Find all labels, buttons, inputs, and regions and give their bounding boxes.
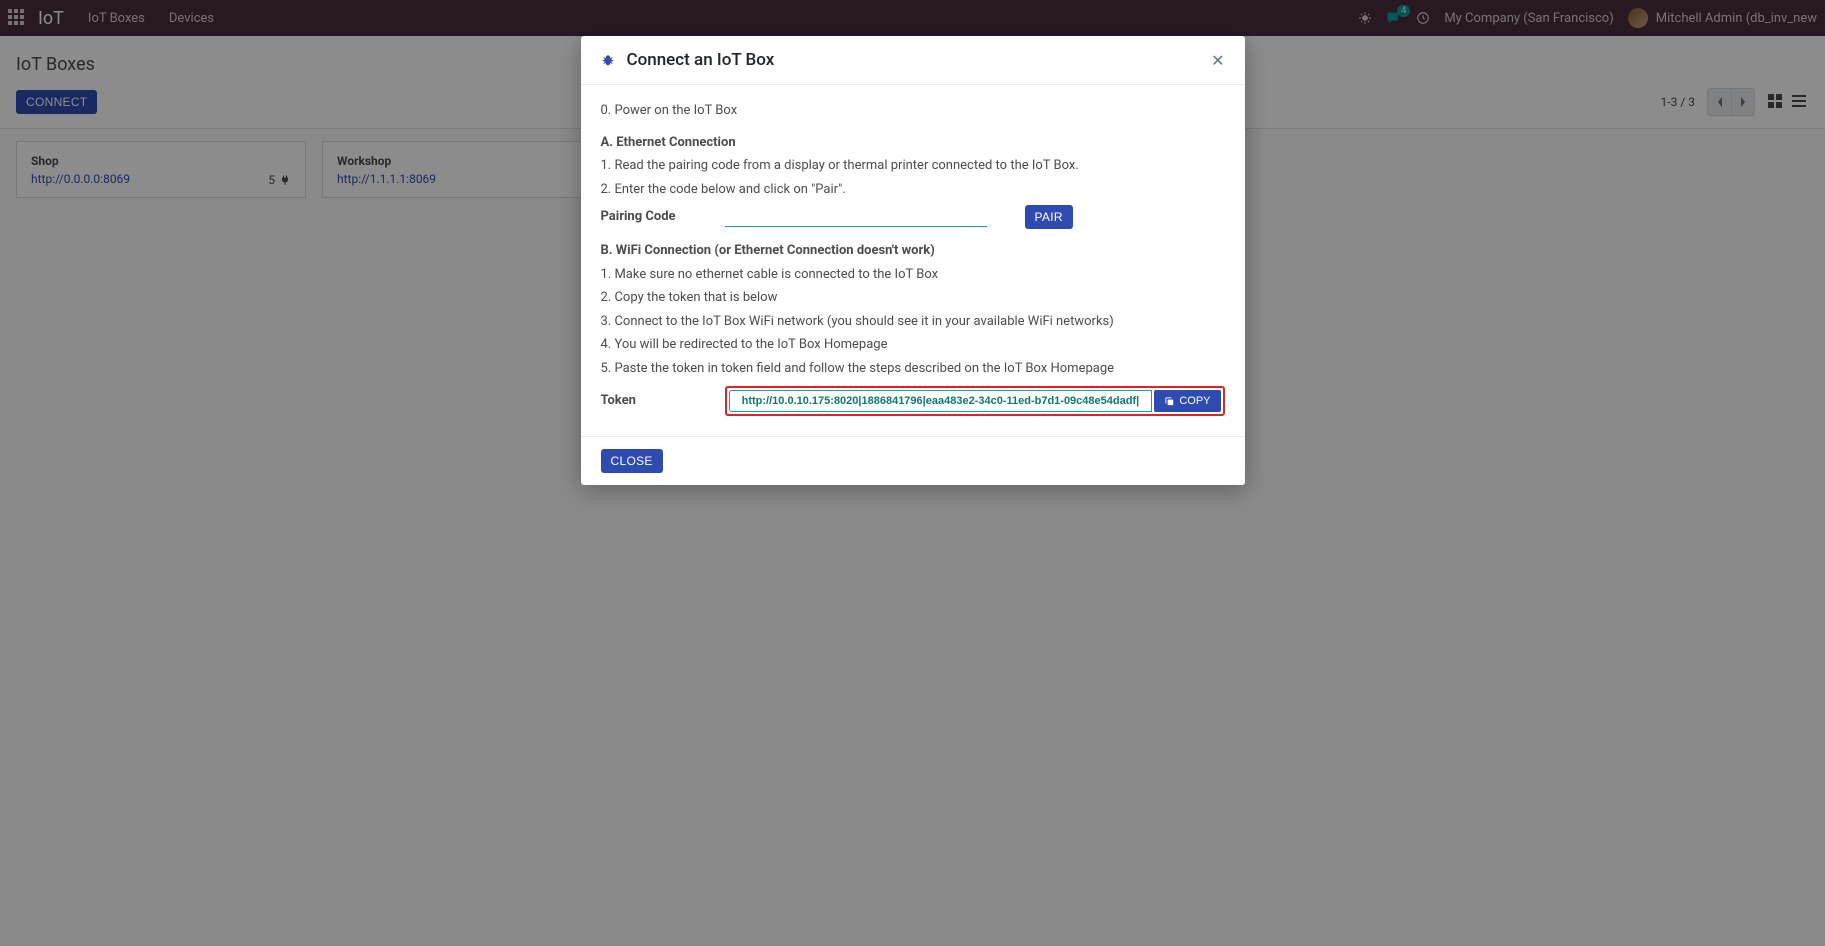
modal-overlay: Connect an IoT Box ✕ 0. Power on the IoT…	[0, 0, 1825, 946]
copy-icon	[1164, 396, 1175, 407]
pair-button[interactable]: PAIR	[1025, 205, 1073, 229]
step-text: 5. Paste the token in token field and fo…	[601, 359, 1225, 379]
token-box-highlight: COPY	[725, 386, 1225, 416]
step-text: 2. Enter the code below and click on "Pa…	[601, 180, 1225, 200]
step-text: 2. Copy the token that is below	[601, 288, 1225, 308]
step-text: 1. Make sure no ethernet cable is connec…	[601, 265, 1225, 285]
step-text: 0. Power on the IoT Box	[601, 101, 1225, 121]
modal-footer: CLOSE	[581, 436, 1245, 485]
step-text: 4. You will be redirected to the IoT Box…	[601, 335, 1225, 355]
modal-header: Connect an IoT Box ✕	[581, 36, 1245, 85]
pairing-row: Pairing Code PAIR	[601, 205, 1225, 229]
step-text: 3. Connect to the IoT Box WiFi network (…	[601, 312, 1225, 332]
copy-button[interactable]: COPY	[1154, 390, 1220, 412]
pairing-code-label: Pairing Code	[601, 207, 725, 227]
token-input[interactable]	[729, 390, 1153, 412]
token-row: Token COPY	[601, 386, 1225, 416]
step-text: 1. Read the pairing code from a display …	[601, 156, 1225, 176]
close-button[interactable]: CLOSE	[601, 449, 663, 473]
section-a-head: A. Ethernet Connection	[601, 133, 1225, 153]
bug-icon	[601, 53, 615, 67]
modal-title: Connect an IoT Box	[627, 50, 1212, 70]
close-icon[interactable]: ✕	[1211, 51, 1224, 70]
connect-modal: Connect an IoT Box ✕ 0. Power on the IoT…	[581, 36, 1245, 485]
token-label: Token	[601, 391, 725, 411]
pairing-code-input[interactable]	[725, 207, 987, 227]
modal-body: 0. Power on the IoT Box A. Ethernet Conn…	[581, 85, 1245, 436]
section-b-head: B. WiFi Connection (or Ethernet Connecti…	[601, 241, 1225, 261]
